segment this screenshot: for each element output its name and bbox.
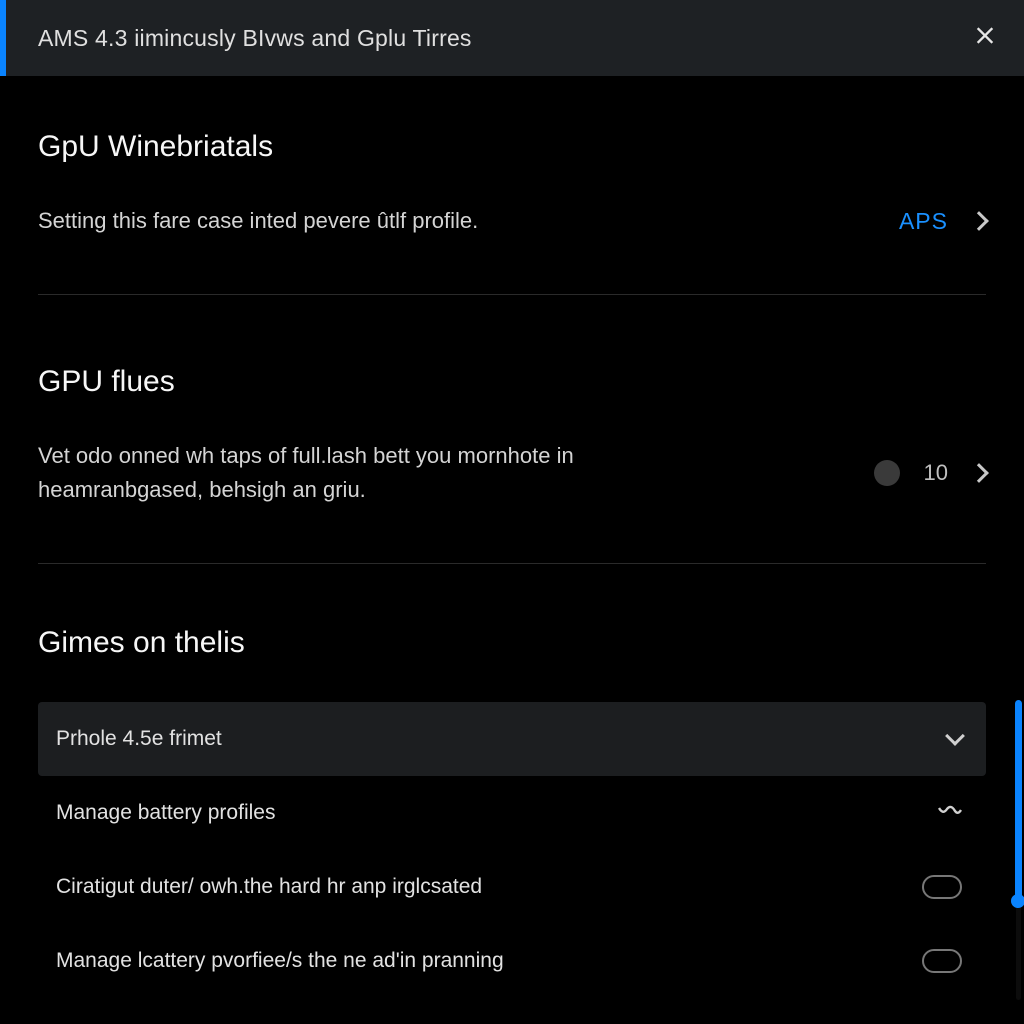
list-item[interactable]: Manage battery profiles (38, 776, 986, 850)
profile-row[interactable]: Setting this fare case inted pevere ûtlf… (38, 204, 986, 238)
settings-list: Prhole 4.5e frimet Manage battery profile… (38, 702, 986, 1024)
slider-value: 10 (924, 460, 948, 486)
accent-strip (0, 0, 6, 76)
flues-row[interactable]: Vet odo onned wh taps of full.lash bett … (38, 439, 986, 507)
aps-label[interactable]: APS (899, 208, 948, 235)
chevron-right-icon (969, 463, 989, 483)
top-bar: AMS 4.3 iimincusly BIvws and Gplu Tirres (0, 0, 1024, 76)
content-area: GpU Winebriatals Setting this fare case … (0, 76, 1024, 1024)
list-item[interactable]: Manage lcattery pvorfiee/s the ne ad'in … (38, 924, 986, 998)
wavy-chevron-icon[interactable] (938, 804, 962, 823)
list-item[interactable]: Pavcnaging ih your reepidy to de later g… (38, 998, 986, 1024)
profile-desc: Setting this fare case inted pevere ûtlf… (38, 204, 478, 238)
row-desc: Vet odo onned wh taps of full.lash bett … (38, 439, 678, 507)
toggle-switch[interactable] (922, 949, 962, 973)
row-desc: Setting this fare case inted pevere ûtlf… (38, 204, 478, 238)
section-winebriatals: GpU Winebriatals Setting this fare case … (38, 76, 986, 295)
list-item[interactable]: Ciratigut duter/ owh.the hard hr anp irg… (38, 850, 986, 924)
section-gimes: Gimes on thelis Prhole 4.5e frimet Manage… (38, 564, 986, 1024)
scrollbar-knob-icon[interactable] (1011, 894, 1024, 908)
slider-handle-icon[interactable] (874, 460, 900, 486)
profile-control: APS (899, 208, 986, 235)
list-item-label: Manage battery profiles (56, 801, 275, 825)
list-item-label: Manage lcattery pvorfiee/s the ne ad'in … (56, 949, 504, 973)
section-title: GPU flues (38, 365, 986, 399)
page-title: AMS 4.3 iimincusly BIvws and Gplu Tirres (38, 25, 472, 52)
list-item-label: Prhole 4.5e frimet (56, 727, 222, 751)
chevron-down-icon[interactable] (945, 726, 965, 746)
close-icon (974, 25, 996, 47)
section-title: Gimes on thelis (38, 626, 986, 660)
flues-control: 10 (874, 460, 986, 486)
list-item[interactable]: Prhole 4.5e frimet (38, 702, 986, 776)
chevron-right-icon (969, 211, 989, 231)
list-item-label: Ciratigut duter/ owh.the hard hr anp irg… (56, 875, 482, 899)
section-gpu-flues: GPU flues Vet odo onned wh taps of full.… (38, 295, 986, 564)
scrollbar-thumb[interactable] (1015, 700, 1022, 900)
section-title: GpU Winebriatals (38, 130, 986, 164)
close-button[interactable] (974, 25, 996, 52)
flues-desc: Vet odo onned wh taps of full.lash bett … (38, 439, 678, 507)
toggle-switch[interactable] (922, 875, 962, 899)
